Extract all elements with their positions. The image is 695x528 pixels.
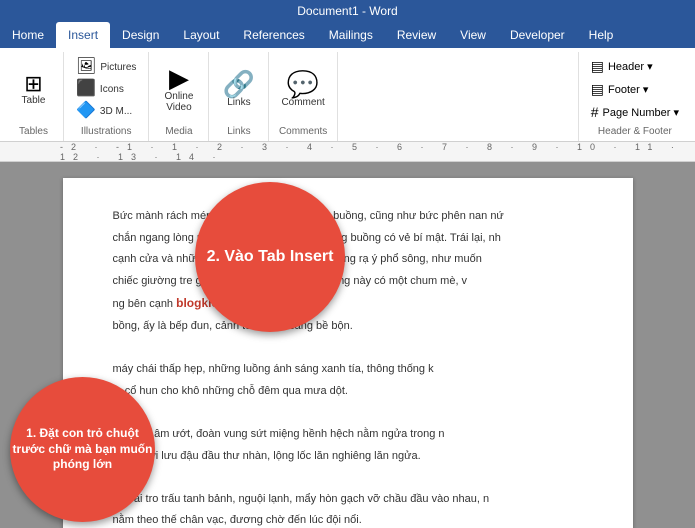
ribbon: ⊞ Table Tables 🖼 Pictures ⬛ Icons 🔷 3D M… (0, 48, 695, 142)
tables-group-label: Tables (19, 126, 48, 137)
para-10: ùi giọng âm ướt, đoàn vung sứt miệng hền… (113, 426, 583, 444)
ribbon-group-header-footer: ▤ Header ▾ ▤ Footer ▾ # Page Number ▾ He… (578, 52, 691, 141)
ruler: -2 · -1 · 1 · 2 · 3 · 4 · 5 · 6 · 7 · 8 … (0, 142, 695, 162)
menu-mailings[interactable]: Mailings (317, 22, 385, 48)
links-label: Links (227, 97, 250, 108)
para-1: chắn ngang lòng nhà, đều hết sức giữ cho… (113, 230, 583, 248)
3d-label: 3D M... (100, 106, 132, 117)
menu-developer[interactable]: Developer (498, 22, 577, 48)
header-footer-group-label: Header & Footer (587, 126, 683, 137)
title-bar: Document1 - Word (0, 0, 695, 22)
header-icon: ▤ (591, 58, 604, 75)
header-label: Header ▾ (608, 60, 653, 73)
para-4: ng bên cạnh blogkienthuctinhoc.com (113, 294, 583, 314)
para-6 (113, 340, 583, 358)
para-12 (113, 469, 583, 487)
ruler-numbers: -2 · -1 · 1 · 2 · 3 · 4 · 5 · 6 · 7 · 8 … (0, 142, 695, 162)
callout-bubble-1: 1. Đặt con trỏ chuột trước chữ mà bạn mu… (10, 377, 155, 522)
title-text: Document1 - Word (297, 4, 397, 18)
page-number-label: Page Number ▾ (603, 106, 679, 119)
document-area: Bức mành rách mép lướt thướt rũ ngoài cử… (0, 162, 695, 528)
para-5: bồng, ấy là bếp đun, cảnh tượng lại càng… (113, 318, 583, 336)
callout-bubble-2: 2. Vào Tab Insert (195, 182, 345, 332)
media-group-label: Media (165, 126, 192, 137)
ribbon-group-media: ▶ OnlineVideo Media (149, 52, 209, 141)
menu-view[interactable]: View (448, 22, 498, 48)
para-4-text: ng bên cạnh (113, 298, 174, 310)
links-icon: 🔗 (223, 71, 255, 97)
page-number-button[interactable]: # Page Number ▾ (587, 102, 683, 122)
3d-models-button[interactable]: 🔷 3D M... (72, 101, 136, 121)
pictures-button[interactable]: 🖼 Pictures (72, 57, 140, 77)
menu-references[interactable]: References (231, 22, 316, 48)
menu-home[interactable]: Home (0, 22, 56, 48)
pictures-label: Pictures (100, 62, 136, 73)
comment-label: Comment (281, 97, 324, 108)
links-group-label: Links (227, 126, 250, 137)
table-button[interactable]: ⊞ Table (16, 71, 52, 108)
document-text: Bức mành rách mép lướt thướt rũ ngoài cử… (113, 208, 583, 528)
ribbon-group-links: 🔗 Links Links (209, 52, 269, 141)
comments-group-label: Comments (279, 126, 327, 137)
bubble-2-text: 2. Vào Tab Insert (207, 247, 334, 268)
ribbon-group-illustrations: 🖼 Pictures ⬛ Icons 🔷 3D M... Illustratio… (64, 52, 149, 141)
menu-layout[interactable]: Layout (171, 22, 231, 48)
para-8: n, cổ hun cho khô những chỗ đêm qua mưa … (113, 383, 583, 401)
online-video-button[interactable]: ▶ OnlineVideo (160, 63, 197, 115)
pictures-icon: 🖼 (76, 59, 96, 75)
page-number-icon: # (591, 104, 599, 120)
comment-button[interactable]: 💬 Comment (277, 69, 328, 110)
video-label: OnlineVideo (164, 91, 193, 113)
para-2: cạnh cửa và những lò thùng ở chân phên l… (113, 251, 583, 269)
table-label: Table (22, 95, 46, 106)
ribbon-group-comments: 💬 Comment Comments (269, 52, 337, 141)
para-9 (113, 404, 583, 422)
menu-help[interactable]: Help (577, 22, 626, 48)
menu-insert[interactable]: Insert (56, 22, 110, 48)
para-7: máy chái thấp hẹp, những luồng ánh sáng … (113, 361, 583, 379)
para-14: nằm theo thế chân vạc, đương chờ đến lúc… (113, 512, 583, 528)
icons-icon: ⬛ (76, 81, 96, 97)
para-11: muốn với lưu đậu đầu thư nhàn, lộng lốc … (113, 448, 583, 466)
3d-icon: 🔷 (76, 103, 96, 119)
links-button[interactable]: 🔗 Links (219, 69, 259, 110)
icons-button[interactable]: ⬛ Icons (72, 79, 128, 99)
menu-bar: Home Insert Design Layout References Mai… (0, 22, 695, 48)
menu-design[interactable]: Design (110, 22, 171, 48)
header-button[interactable]: ▤ Header ▾ (587, 56, 683, 77)
ribbon-group-tables: ⊞ Table Tables (4, 52, 64, 141)
footer-label: Footer ▾ (608, 83, 648, 96)
footer-button[interactable]: ▤ Footer ▾ (587, 79, 683, 100)
illustrations-group-label: Illustrations (81, 126, 132, 137)
bubble-1-text: 1. Đặt con trỏ chuột trước chữ mà bạn mu… (10, 426, 155, 473)
icons-label: Icons (100, 84, 124, 95)
para-0: Bức mành rách mép lướt thướt rũ ngoài cử… (113, 208, 583, 226)
para-3: chiếc giường tre gẫy giát, kể giáp bức b… (113, 273, 583, 291)
menu-review[interactable]: Review (385, 22, 448, 48)
footer-icon: ▤ (591, 81, 604, 98)
video-icon: ▶ (169, 65, 189, 91)
table-icon: ⊞ (24, 73, 42, 95)
para-13: ên bãi tro trấu tanh bảnh, nguội lạnh, m… (113, 491, 583, 509)
comment-icon: 💬 (287, 71, 319, 97)
